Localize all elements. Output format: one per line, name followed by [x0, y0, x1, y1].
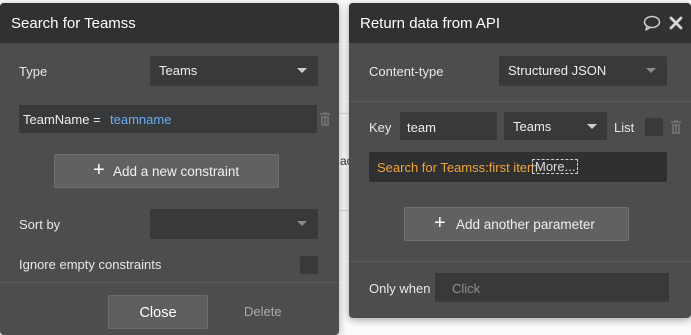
search-panel-title: Search for Teamss [11, 15, 136, 32]
sort-by-label: Sort by [19, 217, 61, 232]
content-type-dropdown[interactable]: Structured JSON [499, 56, 667, 86]
type-label: Type [19, 64, 48, 79]
comment-icon[interactable] [643, 15, 661, 31]
chevron-down-icon [587, 124, 597, 129]
content-type-label: Content-type [369, 64, 444, 79]
add-parameter-button[interactable]: + Add another parameter [404, 207, 629, 241]
add-parameter-label: Add another parameter [456, 217, 595, 232]
trash-icon[interactable] [670, 120, 682, 134]
content-type-value: Structured JSON [508, 63, 607, 78]
only-when-label: Only when [369, 281, 431, 296]
list-label: List [614, 120, 635, 135]
close-icon[interactable] [669, 16, 683, 30]
close-button-label: Close [139, 305, 177, 321]
sort-by-dropdown[interactable] [150, 209, 318, 239]
api-panel-header[interactable]: Return data from API [349, 3, 691, 43]
list-checkbox[interactable] [645, 118, 663, 136]
add-constraint-label: Add a new constraint [113, 164, 240, 179]
chevron-down-icon [297, 221, 307, 226]
panel-divider [0, 282, 339, 283]
ignore-empty-label: Ignore empty constraints [19, 257, 162, 272]
key-input-value: team [407, 120, 436, 135]
constraint-field-name: TeamName = [23, 112, 101, 127]
more-link[interactable]: More... [532, 159, 579, 174]
search-panel: Search for Teamss Type Teams TeamName = … [0, 3, 339, 335]
panel-divider [349, 101, 691, 102]
type-dropdown-value: Teams [159, 63, 198, 78]
constraint-value[interactable]: teamname [110, 112, 171, 127]
add-constraint-button[interactable]: + Add a new constraint [54, 154, 279, 188]
expression-text[interactable]: Search for Teamss:first item [377, 160, 538, 175]
key-label: Key [369, 120, 392, 135]
trash-icon[interactable] [319, 112, 331, 126]
plus-icon: + [93, 159, 105, 181]
chevron-down-icon [297, 68, 307, 73]
key-type-dropdown[interactable]: Teams [504, 112, 607, 140]
panel-divider [349, 261, 691, 262]
api-panel: Return data from API Content-type Struct… [349, 3, 691, 318]
constraint-row[interactable]: TeamName = teamname [19, 105, 317, 133]
ignore-empty-checkbox[interactable] [300, 256, 318, 274]
key-type-value: Teams [513, 119, 552, 134]
type-dropdown[interactable]: Teams [150, 56, 318, 86]
plus-icon: + [434, 212, 446, 234]
search-panel-header[interactable]: Search for Teamss [0, 3, 339, 43]
key-input[interactable]: team [400, 112, 497, 140]
only-when-placeholder: Click [452, 281, 481, 296]
only-when-input[interactable]: Click [435, 273, 669, 302]
chevron-down-icon [646, 68, 656, 73]
value-expression-field[interactable]: Search for Teamss:first item More... [369, 152, 667, 182]
api-panel-title: Return data from API [360, 15, 501, 32]
delete-link[interactable]: Delete [244, 304, 282, 319]
close-button[interactable]: Close [108, 295, 208, 329]
